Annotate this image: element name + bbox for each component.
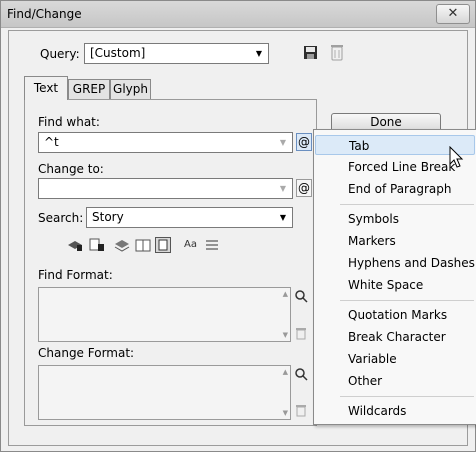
query-dropdown[interactable]: [Custom] ▼ [84,43,269,64]
search-dropdown[interactable]: Story ▼ [86,207,293,228]
menu-separator [340,300,474,301]
close-button[interactable]: ✕ [436,4,470,24]
case-sensitive-icon[interactable]: Aa [184,239,197,250]
clear-change-format-icon[interactable] [295,404,307,417]
menu-separator [340,396,474,397]
find-what-label: Find what: [38,115,100,129]
search-value: Story [92,210,124,224]
special-characters-find-button[interactable]: @ [296,133,312,151]
include-master-pages-icon[interactable] [135,238,151,252]
chevron-down-icon: ▼ [279,138,286,147]
mouse-cursor-icon [449,146,464,168]
tab-grep[interactable]: GREP [68,79,110,99]
scroll-down-icon[interactable]: ▼ [283,409,288,417]
clear-find-format-icon[interactable] [295,327,307,340]
include-locked-stories-icon[interactable] [89,238,105,252]
window-title: Find/Change [7,7,82,21]
chevron-down-icon: ▼ [255,49,262,58]
include-hidden-layers-icon[interactable] [114,238,130,252]
scroll-up-icon[interactable]: ▲ [283,290,288,298]
find-what-value: ^t [44,135,59,149]
menu-item-white-space[interactable]: White Space [315,275,475,295]
delete-query-icon[interactable] [330,44,344,61]
menu-item-symbols[interactable]: Symbols [315,209,475,229]
find-change-window: Find/Change ✕ Query: [Custom] ▼ Text GRE… [0,0,476,452]
search-label: Search: [38,211,84,225]
whole-word-icon[interactable] [205,239,219,251]
specify-change-format-icon[interactable] [294,367,310,381]
change-format-label: Change Format: [38,346,135,360]
scroll-down-icon[interactable]: ▼ [283,331,288,339]
include-locked-layers-icon[interactable] [67,238,83,252]
find-format-box[interactable]: ▲ ▼ [38,287,291,342]
chevron-down-icon: ▼ [279,184,286,193]
include-footnotes-icon[interactable] [155,237,171,253]
find-format-label: Find Format: [38,268,113,282]
menu-item-quotation-marks[interactable]: Quotation Marks [315,305,475,325]
menu-separator [340,204,474,205]
menu-item-markers[interactable]: Markers [315,231,475,251]
menu-item-end-of-paragraph[interactable]: End of Paragraph [315,179,475,199]
save-query-icon[interactable] [303,45,318,60]
change-format-box[interactable]: ▲ ▼ [38,365,291,420]
special-characters-menu: Tab Forced Line Break End of Paragraph S… [313,129,476,425]
menu-item-break-character[interactable]: Break Character [315,327,475,347]
menu-item-hyphens-and-dashes[interactable]: Hyphens and Dashes [315,253,475,273]
tab-glyph[interactable]: Glyph [110,79,151,99]
find-what-field[interactable]: ^t ▼ [38,132,293,153]
tab-text[interactable]: Text [24,76,68,100]
change-to-field[interactable]: ▼ [38,178,293,199]
menu-item-wildcards[interactable]: Wildcards [315,401,475,421]
scroll-up-icon[interactable]: ▲ [283,368,288,376]
menu-item-other[interactable]: Other [315,371,475,391]
query-value: [Custom] [90,46,146,60]
query-label: Query: [40,47,80,61]
chevron-down-icon: ▼ [279,213,286,222]
specify-find-format-icon[interactable] [294,289,310,303]
title-bar[interactable]: Find/Change ✕ [1,1,475,28]
special-characters-change-button[interactable]: @ [296,179,312,197]
menu-item-variable[interactable]: Variable [315,349,475,369]
change-to-label: Change to: [38,162,104,176]
